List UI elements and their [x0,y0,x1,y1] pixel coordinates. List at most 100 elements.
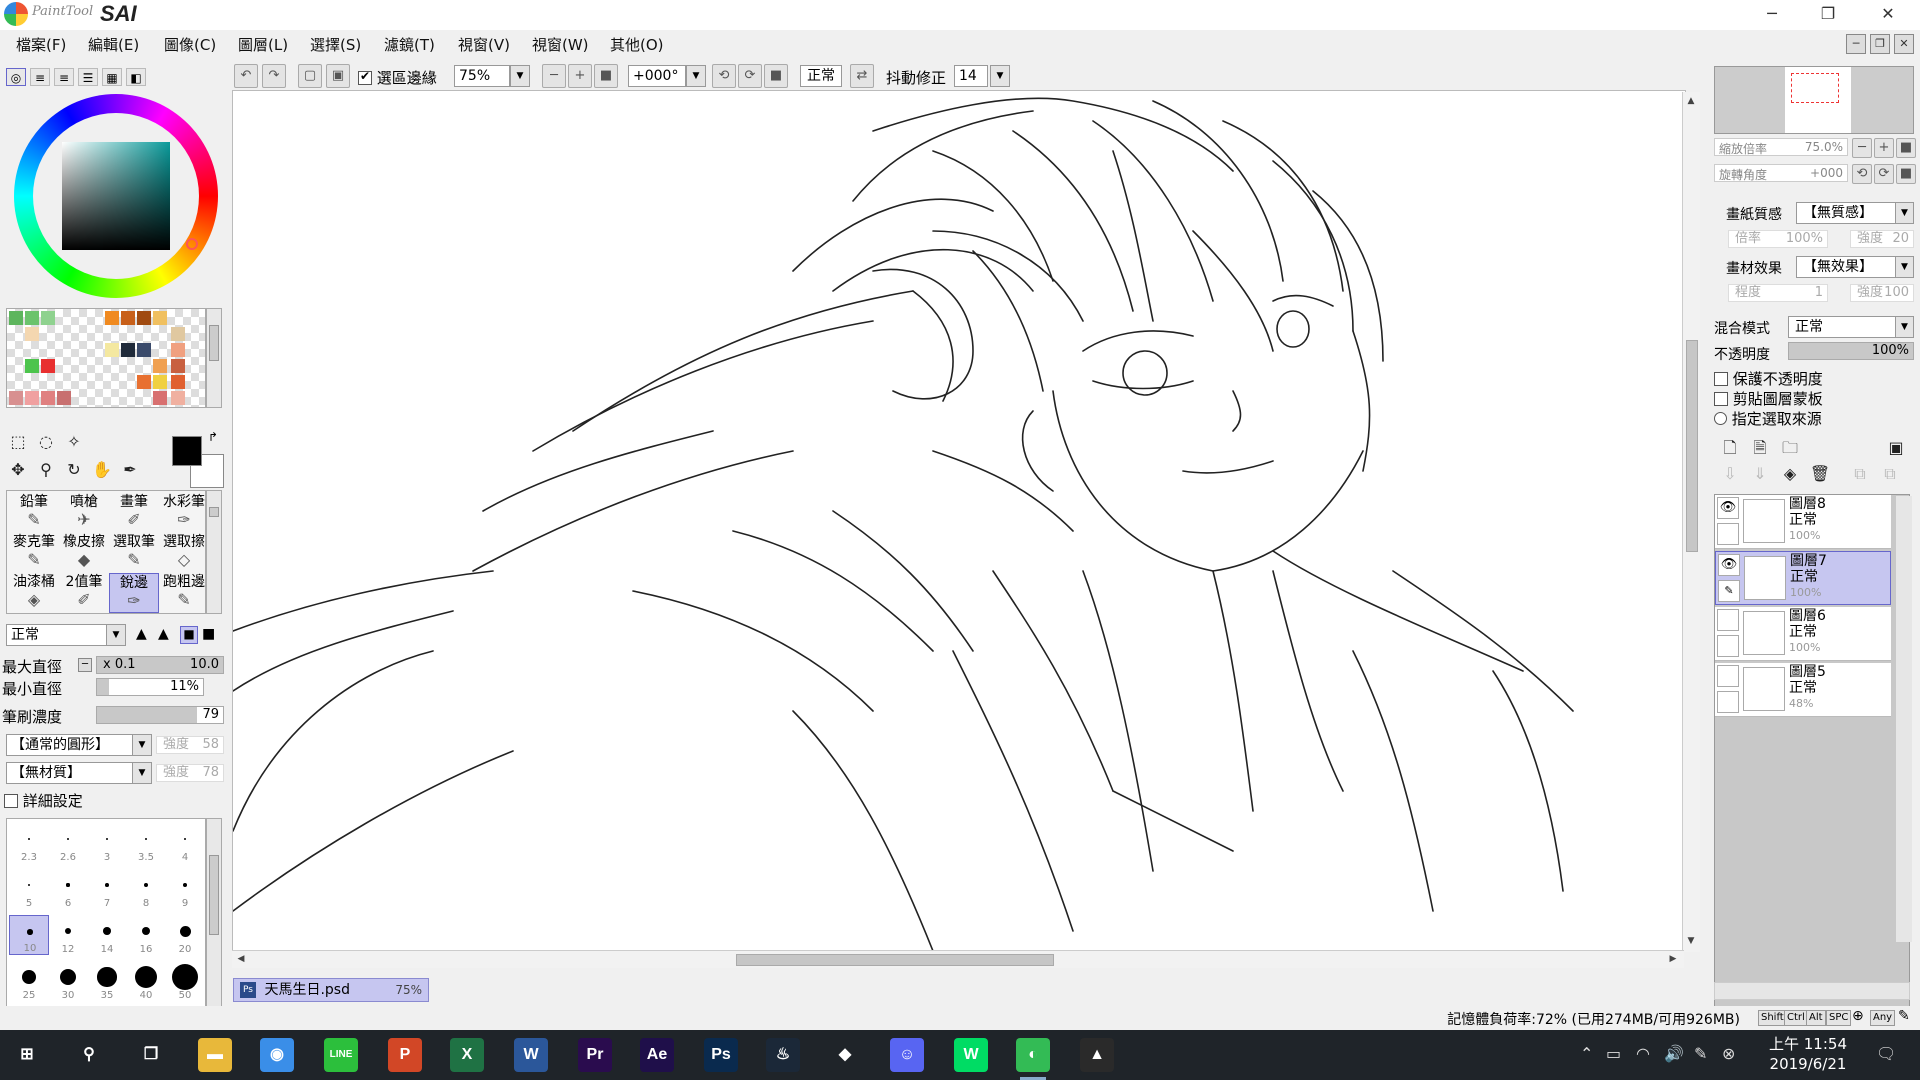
zoom-in-button[interactable]: + [568,64,592,88]
advanced-settings-toggle[interactable]: 詳細設定 [4,790,83,811]
brush-size-cell[interactable]: 16 [126,915,166,955]
shape-strength-slider[interactable]: 強度 58 [156,736,224,754]
invert-selection-button[interactable]: ▣ [326,64,350,88]
canvas-hscroll-thumb[interactable] [736,954,1054,966]
brush-tool-7[interactable]: 選取擦 ◇ [159,533,209,573]
taskbar-powerpoint-icon[interactable]: P [388,1038,422,1072]
swatch[interactable] [41,391,55,405]
swatch[interactable] [41,311,55,325]
brush-shape-dropdown[interactable]: ▼ [132,734,152,756]
brush-size-cell[interactable]: 9 [165,869,205,909]
layer-mask-icon[interactable]: ▣ [1884,436,1908,460]
document-tab[interactable]: Ps 天馬生日.psd 75% [233,978,429,1002]
brush-size-cell[interactable]: 7 [87,869,127,909]
swatch-scroll-thumb[interactable] [209,325,219,361]
color-wheel-tab[interactable]: ◎ [6,68,26,86]
zoom-field[interactable]: 75% [454,65,510,87]
navigator-viewport[interactable] [1791,73,1839,103]
taskbar-word-icon[interactable]: W [514,1038,548,1072]
stabilizer-field[interactable]: 14 [954,65,988,87]
brush-size-cell[interactable]: 25 [9,961,49,1001]
taskbar-webtoon-icon[interactable]: W [954,1038,988,1072]
brush-grid-scrollbar[interactable] [206,490,222,614]
foreground-color[interactable] [172,436,202,466]
clear-layer-icon[interactable]: ◈ [1778,462,1802,486]
swatch[interactable] [137,343,151,357]
size-scroll-thumb[interactable] [209,855,219,935]
max-size-mult-button[interactable]: ─ [78,658,92,672]
color-swatches[interactable] [6,308,206,408]
max-size-slider[interactable]: x 0.1 10.0 [96,656,224,674]
menu-filter[interactable]: 濾鏡(T) [384,34,435,55]
zoom-reset-button[interactable]: ■ [594,64,618,88]
taskbar-premiere-icon[interactable]: Pr [578,1038,612,1072]
brush-tool-0[interactable]: 鉛筆 ✎ [9,493,59,533]
menu-edit[interactable]: 編輯(E) [88,34,139,55]
brush-tool-9[interactable]: 2值筆 ✐ [59,573,109,613]
scroll-left-icon[interactable]: ◀ [234,952,248,966]
brush-size-cell[interactable]: 40 [126,961,166,1001]
brush-size-cell[interactable]: 2.6 [48,823,88,863]
rgb-slider-tab[interactable]: ≡ [30,68,50,86]
brush-tool-11[interactable]: 跑粗邊 ✎ [159,573,209,613]
brush-tool-2[interactable]: 畫筆 ✐ [109,493,159,533]
rotation-dropdown[interactable]: ▼ [686,65,706,87]
copy-layer-icon[interactable]: ⧉ [1848,462,1872,486]
rotate-icon[interactable]: ↻ [62,458,86,482]
brush-tool-4[interactable]: 麥克筆 ✎ [9,533,59,573]
brush-size-cell[interactable]: 12 [48,915,88,955]
navigator[interactable] [1714,66,1914,134]
edge-medium-icon[interactable]: ▲ [158,626,169,642]
new-layer-icon[interactable]: 🗋 [1718,436,1742,460]
taskbar-file-explorer-icon[interactable]: ▬ [198,1038,232,1072]
volume-icon[interactable]: 🔊 [1664,1044,1684,1063]
canvas-vertical-scrollbar[interactable]: ▲ ▼ [1682,92,1700,952]
layer-row[interactable]: 👁 圖層8 正常 100% [1715,495,1891,549]
swatch[interactable] [137,311,151,325]
brush-mode-dropdown[interactable]: ▼ [106,624,126,646]
effect-strength-slider[interactable]: 強度 100 [1850,284,1914,302]
brush-size-cell[interactable]: 20 [165,915,205,955]
density-slider[interactable]: 79 [96,706,224,724]
layer-row[interactable]: 圖層5 正常 48% [1715,663,1891,717]
layer-visibility-toggle[interactable]: 👁 [1717,497,1739,519]
minimize-button[interactable]: ─ [1744,0,1800,30]
brush-size-cell[interactable]: 3 [87,823,127,863]
brush-size-cell[interactable]: 4 [165,823,205,863]
swatch[interactable] [121,311,135,325]
brush-size-cell[interactable]: 5 [9,869,49,909]
transfer-down-icon[interactable]: ⇩ [1718,462,1742,486]
brush-tool-6[interactable]: 選取筆 ✎ [109,533,159,573]
taskbar-discord-icon[interactable]: ☺ [890,1038,924,1072]
paper-texture-dropdown[interactable]: 【無質感】 ▼ [1796,202,1914,224]
brush-tool-8[interactable]: 油漆桶 ◈ [9,573,59,613]
sample-source-radio[interactable] [1714,412,1727,425]
brush-size-cell[interactable]: 35 [87,961,127,1001]
taskbar-photos-icon[interactable]: ▲ [1080,1038,1114,1072]
stabilizer-dropdown[interactable]: ▼ [990,65,1010,87]
layer-lock-toggle[interactable] [1717,523,1739,545]
drawing-canvas[interactable] [232,90,1686,952]
layer-row[interactable]: 👁 ✎ 圖層7 正常 100% [1715,551,1891,605]
menu-window[interactable]: 視窗(W) [532,34,589,55]
brush-tool-5[interactable]: 橡皮擦 ◆ [59,533,109,573]
swatch[interactable] [57,391,71,405]
magic-wand-icon[interactable]: ✧ [62,430,86,454]
scroll-right-icon[interactable]: ▶ [1666,952,1680,966]
swatch[interactable] [137,375,151,389]
move-icon[interactable]: ✥ [6,458,30,482]
new-folder-icon[interactable]: 🗀 [1778,436,1802,460]
swatch[interactable] [171,327,185,341]
brush-size-cell[interactable]: 2.3 [9,823,49,863]
mdi-restore-button[interactable]: ❐ [1870,34,1890,54]
selection-edge-checkbox[interactable] [358,69,372,85]
pen-workspace-icon[interactable]: ✎ [1694,1044,1707,1063]
swatch[interactable] [171,375,185,389]
layer-visibility-toggle[interactable]: 👁 [1718,554,1740,576]
zoom-dropdown[interactable]: ▼ [510,65,530,87]
taskbar-windows-start-icon[interactable]: ⊞ [10,1038,44,1072]
selection-edge-toggle[interactable]: 選區邊緣 [358,67,437,88]
layer-visibility-toggle[interactable] [1717,609,1739,631]
edge-soft-icon[interactable]: ▲ [136,626,147,642]
taskbar-sims-icon[interactable]: ◆ [828,1038,862,1072]
